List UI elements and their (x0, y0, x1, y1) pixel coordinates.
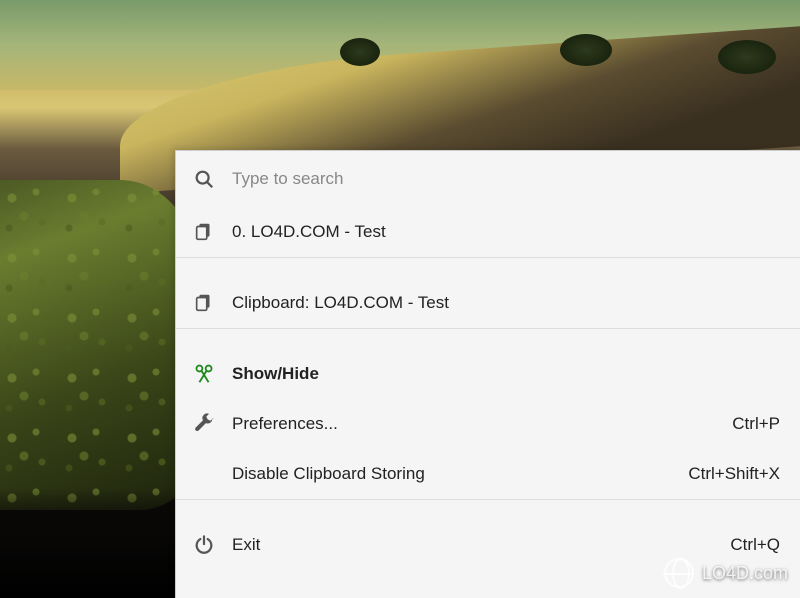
power-icon (192, 533, 216, 557)
blank-icon (192, 462, 216, 486)
wrench-icon (192, 412, 216, 436)
search-input[interactable]: Type to search (232, 169, 780, 189)
scissors-icon (192, 362, 216, 386)
menu-preferences-shortcut: Ctrl+P (732, 414, 780, 434)
menu-disable-storing-shortcut: Ctrl+Shift+X (688, 464, 780, 484)
menu-disable-storing-label: Disable Clipboard Storing (232, 464, 672, 484)
menu-preferences[interactable]: Preferences... Ctrl+P (176, 399, 800, 449)
menu-show-hide[interactable]: Show/Hide (176, 349, 800, 399)
history-item[interactable]: 0. LO4D.COM - Test (176, 207, 800, 257)
clipboard-icon (192, 220, 216, 244)
clipboard-current-item[interactable]: Clipboard: LO4D.COM - Test (176, 278, 800, 328)
search-row[interactable]: Type to search (176, 151, 800, 207)
menu-preferences-label: Preferences... (232, 414, 716, 434)
menu-exit[interactable]: Exit Ctrl+Q (176, 520, 800, 570)
search-icon (192, 167, 216, 191)
clipboard-icon (192, 291, 216, 315)
history-item-label: 0. LO4D.COM - Test (232, 222, 780, 242)
tray-context-menu: Type to search 0. LO4D.COM - Test Clipbo… (175, 150, 800, 598)
menu-show-hide-label: Show/Hide (232, 364, 780, 384)
clipboard-current-label: Clipboard: LO4D.COM - Test (232, 293, 780, 313)
menu-exit-label: Exit (232, 535, 714, 555)
menu-disable-storing[interactable]: Disable Clipboard Storing Ctrl+Shift+X (176, 449, 800, 499)
menu-exit-shortcut: Ctrl+Q (730, 535, 780, 555)
